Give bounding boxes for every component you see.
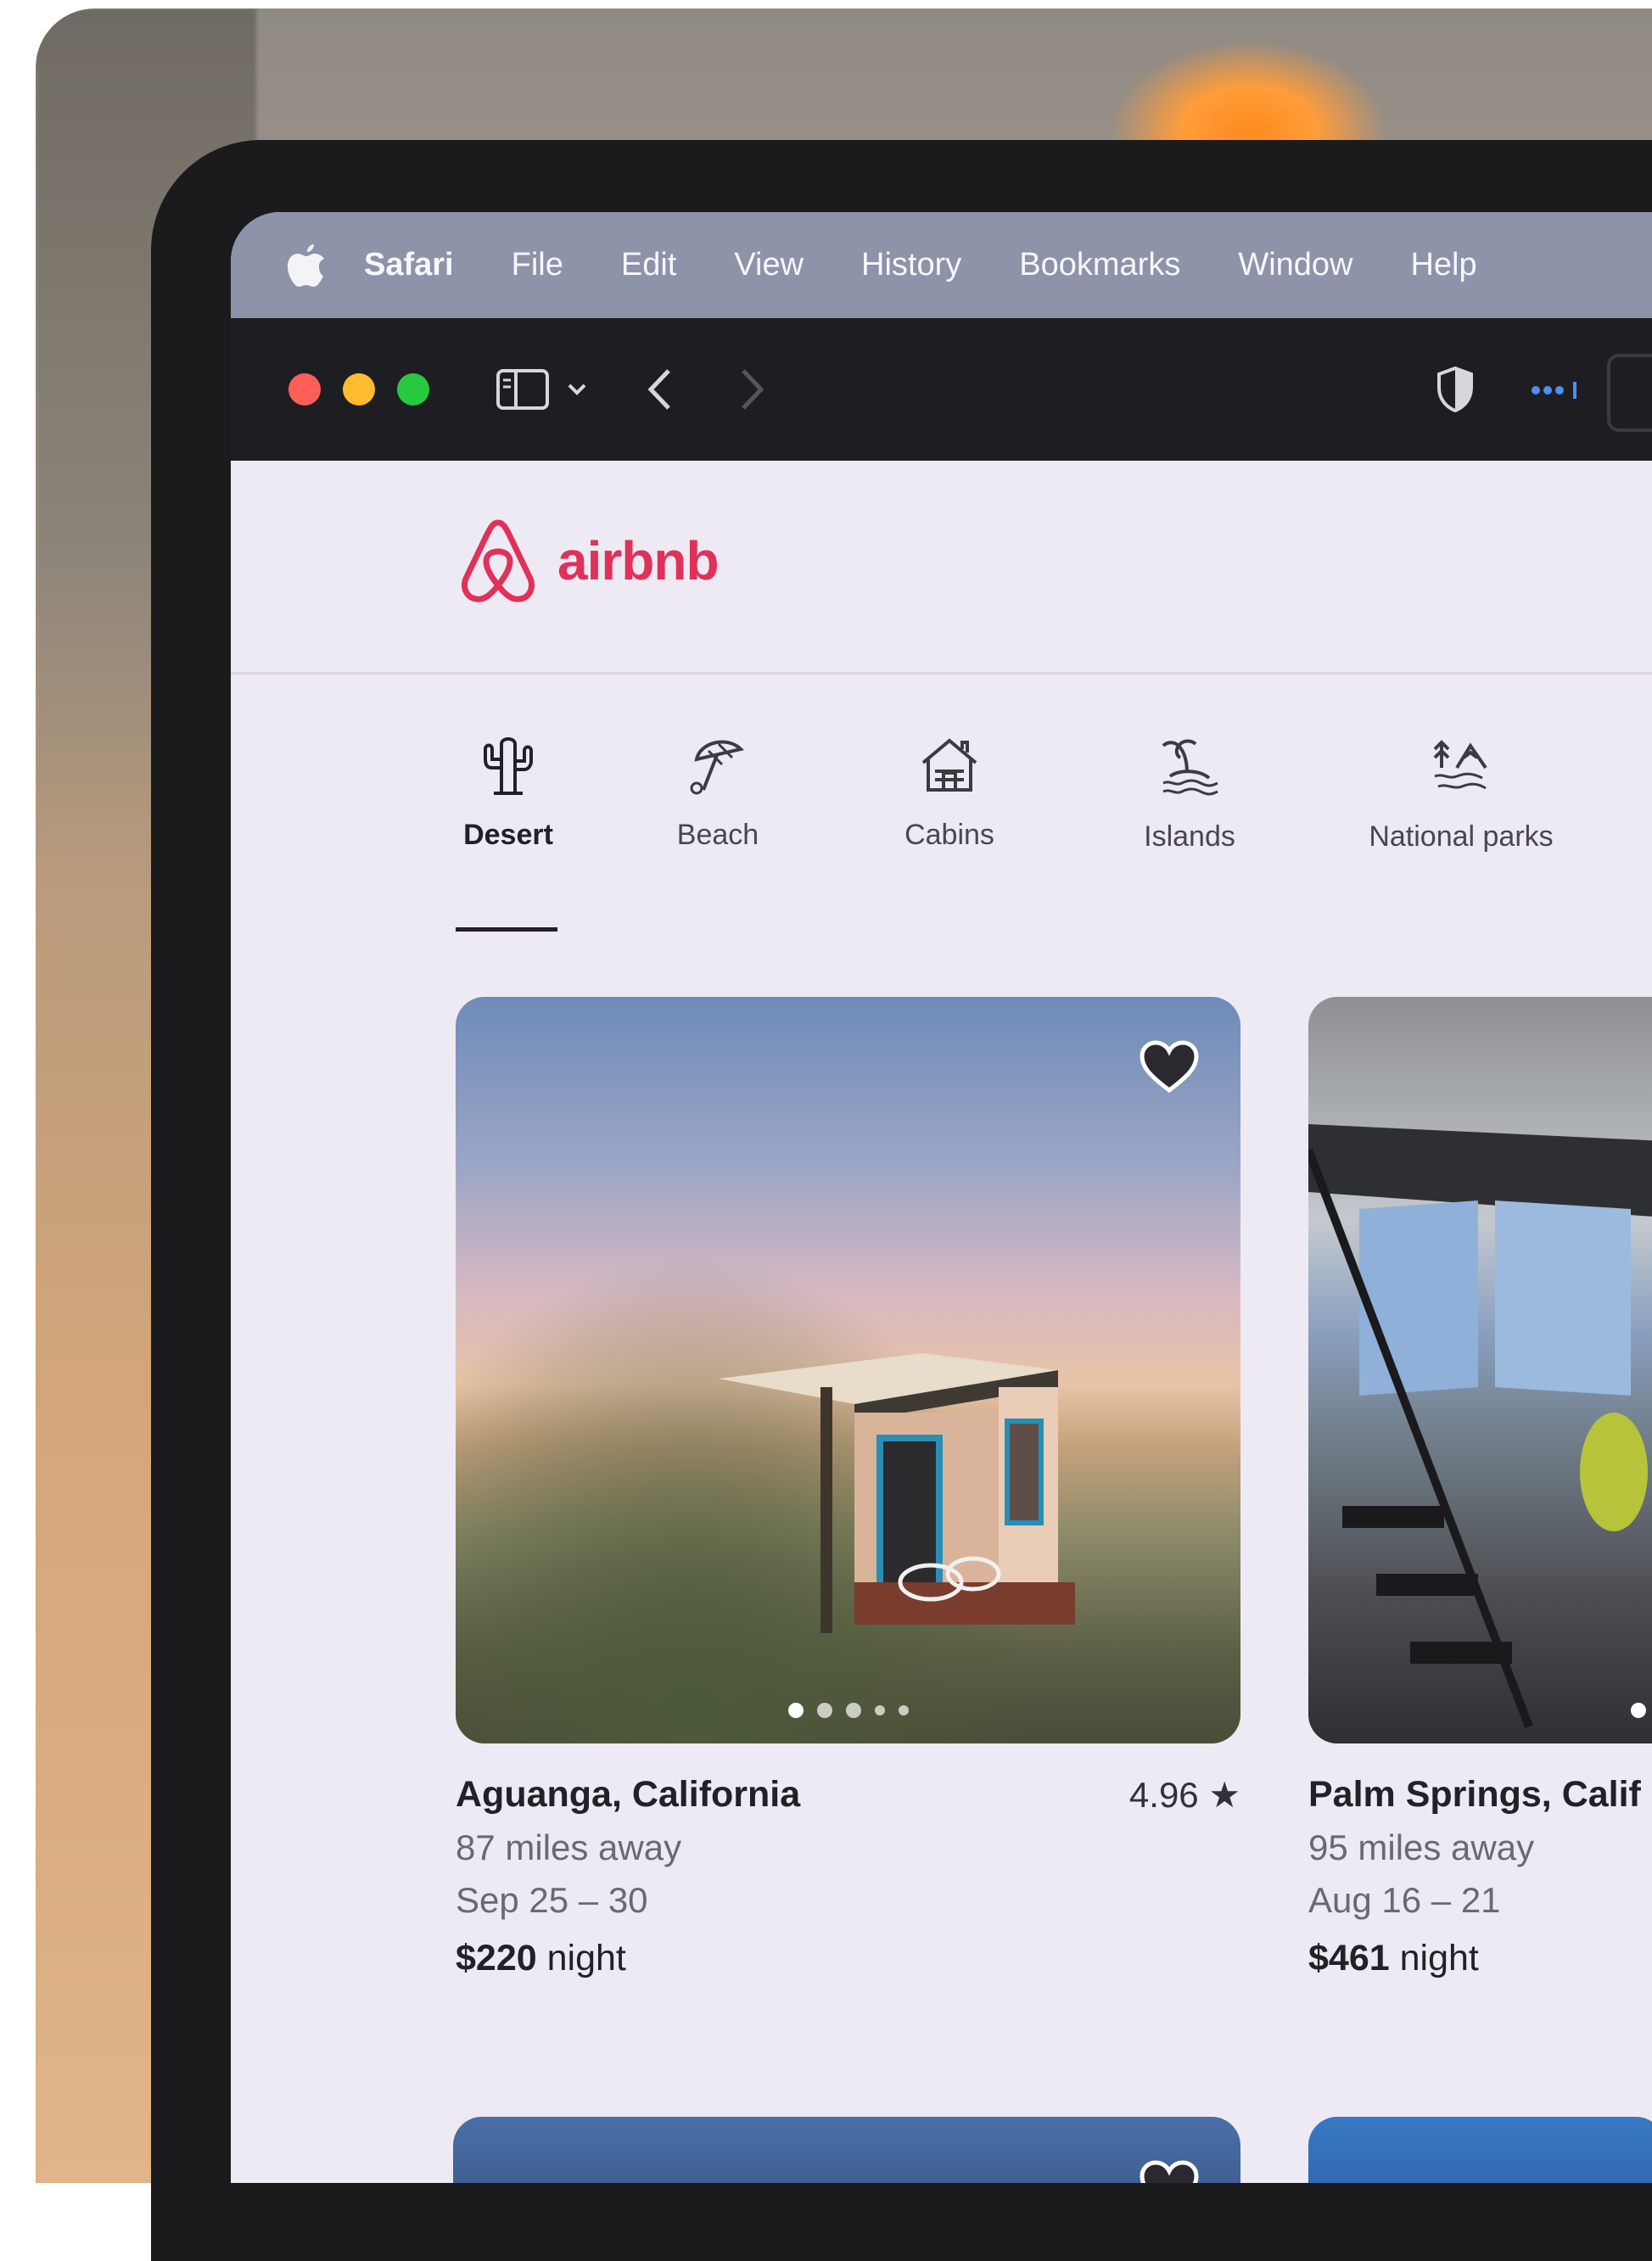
close-window-button[interactable] [288, 373, 321, 406]
safari-toolbar [231, 318, 1652, 461]
favorite-heart-icon[interactable] [1139, 1039, 1200, 1094]
price-amount: $461 [1308, 1938, 1390, 1978]
umbrella-icon [690, 740, 744, 795]
listing-card[interactable]: Palm Springs, Calif 95 miles away Aug 16… [1308, 997, 1652, 1979]
menu-help[interactable]: Help [1410, 247, 1476, 283]
cactus-icon [484, 737, 533, 795]
cabin-icon [921, 738, 977, 792]
price-unit: night [1389, 1938, 1479, 1978]
site-header: airbnb [231, 461, 1652, 674]
zoom-window-button[interactable] [397, 373, 429, 406]
listing-card[interactable] [453, 2117, 1240, 2183]
category-label: Desert [463, 819, 553, 851]
listing-title[interactable]: Palm Springs, Calif [1308, 1774, 1652, 1816]
carousel-dot[interactable] [898, 1705, 909, 1715]
photo-carousel-dots[interactable] [456, 1703, 1240, 1718]
listing-rating: 4.96 ★ [1128, 1775, 1240, 1815]
menu-window[interactable]: Window [1238, 247, 1352, 283]
chevron-down-icon[interactable] [565, 381, 589, 398]
menu-safari[interactable]: Safari [364, 247, 454, 283]
sidebar-icon[interactable] [496, 368, 550, 411]
favorite-heart-icon[interactable] [1139, 2159, 1200, 2183]
listing-title[interactable]: Aguanga, California [456, 1774, 1240, 1816]
listing-price: $220 night [456, 1938, 1240, 1979]
price-unit: night [536, 1938, 626, 1978]
listing-dates: Aug 16 – 21 [1308, 1880, 1501, 1920]
island-icon [1162, 739, 1218, 796]
menu-history[interactable]: History [861, 247, 961, 283]
minimize-window-button[interactable] [343, 373, 375, 406]
category-label: Beach [676, 819, 759, 851]
carousel-dot[interactable] [787, 1703, 804, 1718]
airbnb-logo-icon [462, 519, 535, 602]
category-bar: Desert Beach Cabins Islands National par… [231, 734, 1652, 904]
extensions-icon[interactable] [1529, 378, 1583, 403]
carousel-dot[interactable] [845, 1703, 861, 1718]
laptop-screen: Safari File Edit View History Bookmarks … [231, 212, 1652, 2183]
apple-icon[interactable] [286, 243, 327, 288]
menu-edit[interactable]: Edit [621, 247, 676, 283]
listing-distance: 87 miles away [456, 1827, 682, 1867]
menu-file[interactable]: File [512, 247, 563, 283]
listing-card[interactable] [1308, 2117, 1652, 2183]
carousel-dot[interactable] [816, 1703, 832, 1718]
carousel-dot[interactable] [874, 1705, 885, 1715]
category-label: Cabins [904, 819, 994, 851]
brand-name: airbnb [557, 530, 720, 591]
listing-price: $461 night [1308, 1938, 1652, 1979]
category-desert[interactable]: Desert [456, 734, 561, 852]
listing-card[interactable]: Aguanga, California 4.96 ★ 87 miles away… [456, 997, 1240, 1979]
macos-menubar: Safari File Edit View History Bookmarks … [231, 212, 1652, 318]
listing-distance: 95 miles away [1308, 1827, 1535, 1867]
airbnb-logo[interactable]: airbnb [456, 516, 720, 606]
listing-photo[interactable] [1308, 997, 1652, 1743]
category-beach[interactable]: Beach [665, 734, 770, 852]
listing-dates: Sep 25 – 30 [456, 1880, 648, 1920]
privacy-shield-icon[interactable] [1436, 366, 1475, 413]
price-amount: $220 [456, 1938, 537, 1978]
category-national-parks[interactable]: National parks [1351, 734, 1571, 853]
carousel-dot[interactable] [1631, 1703, 1646, 1718]
category-label: National parks [1369, 820, 1554, 853]
category-cabins[interactable]: Cabins [894, 734, 1005, 852]
photo-carousel-dots[interactable] [1631, 1703, 1646, 1718]
back-icon[interactable] [645, 367, 674, 412]
active-category-underline [456, 927, 557, 932]
mountain-icon [1433, 740, 1487, 790]
listing-photo[interactable] [456, 997, 1240, 1743]
tiny-house-illustration [719, 1353, 1075, 1633]
category-label: Islands [1144, 820, 1235, 853]
menu-bookmarks[interactable]: Bookmarks [1019, 247, 1180, 283]
interior-illustration [1308, 1124, 1652, 1728]
forward-icon[interactable] [738, 367, 767, 412]
address-bar[interactable] [1607, 354, 1652, 432]
category-islands[interactable]: Islands [1130, 734, 1249, 853]
menu-view[interactable]: View [734, 247, 804, 283]
